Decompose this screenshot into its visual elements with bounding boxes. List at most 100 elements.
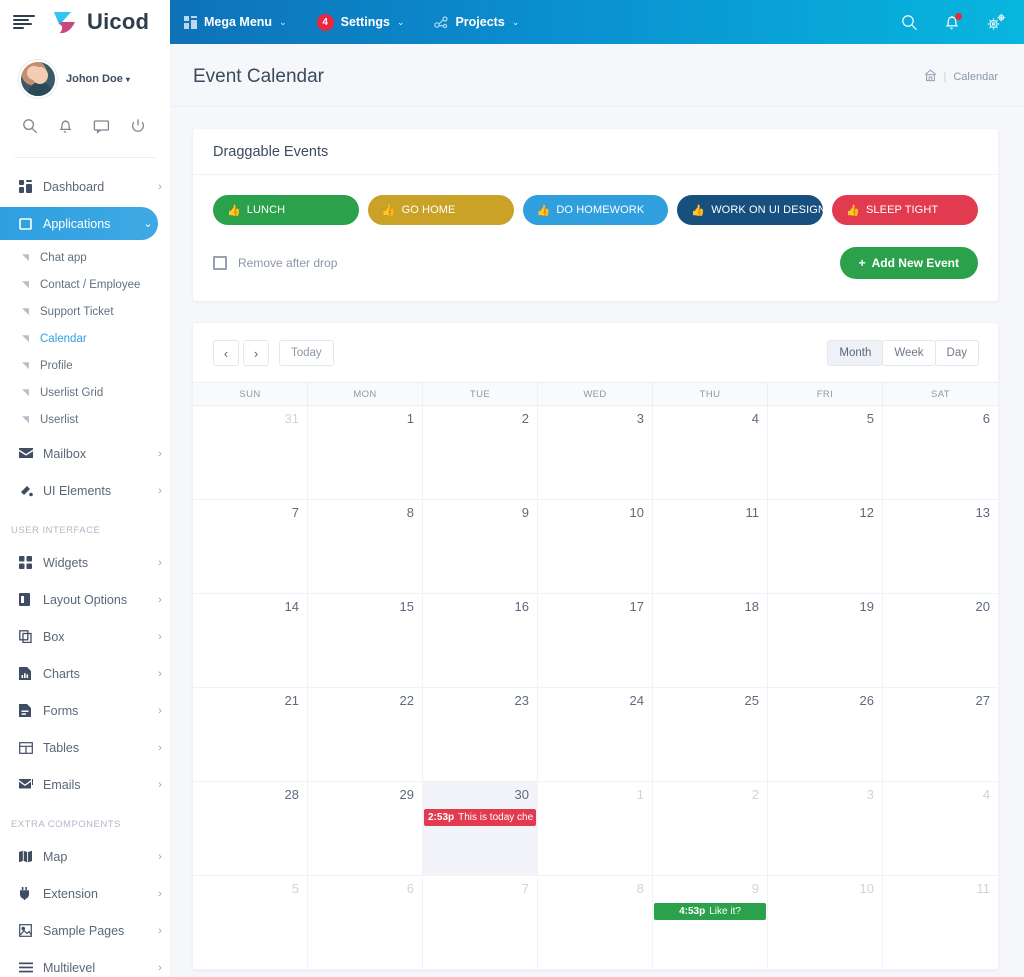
- calendar-day-cell[interactable]: 18: [653, 594, 768, 688]
- view-day-button[interactable]: Day: [934, 340, 979, 366]
- calendar-day-cell[interactable]: 23: [423, 688, 538, 782]
- brand-logo-link[interactable]: Uicod: [49, 8, 149, 36]
- calendar-day-cell[interactable]: 24: [538, 688, 653, 782]
- nav-mega-menu[interactable]: Mega Menu ⌄: [184, 15, 287, 29]
- calendar-day-cell[interactable]: 21: [193, 688, 308, 782]
- calendar-day-cell[interactable]: 19: [768, 594, 883, 688]
- hamburger-icon[interactable]: [13, 15, 35, 29]
- sidebar-item-chat-app[interactable]: ◥ Chat app: [0, 244, 170, 271]
- calendar-day-cell[interactable]: 16: [423, 594, 538, 688]
- view-week-button[interactable]: Week: [882, 340, 936, 366]
- calendar-day-cell[interactable]: 20: [883, 594, 998, 688]
- next-month-button[interactable]: ›: [243, 340, 269, 366]
- sidebar-item-userlist[interactable]: ◥ Userlist: [0, 406, 170, 433]
- calendar-day-cell[interactable]: 9 4:53p Like it?: [653, 876, 768, 970]
- calendar-event[interactable]: 4:53p Like it?: [654, 903, 766, 920]
- sidebar-item-multilevel[interactable]: Multilevel ›: [0, 951, 170, 977]
- calendar-day-cell[interactable]: 1: [308, 406, 423, 500]
- calendar-day-cell[interactable]: 28: [193, 782, 308, 876]
- calendar-day-cell[interactable]: 31: [193, 406, 308, 500]
- calendar-day-cell[interactable]: 25: [653, 688, 768, 782]
- calendar-day-cell[interactable]: 5: [193, 876, 308, 970]
- chat-icon[interactable]: [93, 118, 110, 139]
- breadcrumb: | Calendar: [924, 69, 998, 85]
- view-month-button[interactable]: Month: [827, 340, 884, 366]
- sidebar-item-userlist-grid[interactable]: ◥ Userlist Grid: [0, 379, 170, 406]
- calendar-day-cell[interactable]: 13: [883, 500, 998, 594]
- calendar-day-cell[interactable]: 2: [423, 406, 538, 500]
- sidebar-item-applications[interactable]: Applications ⌄: [0, 207, 158, 240]
- sidebar-item-box[interactable]: Box ›: [0, 620, 170, 653]
- calendar-day-cell[interactable]: 6: [883, 406, 998, 500]
- calendar-day-cell[interactable]: 15: [308, 594, 423, 688]
- profile-block[interactable]: Johon Doe ▾: [0, 44, 170, 98]
- sidebar-item-charts[interactable]: Charts ›: [0, 657, 170, 690]
- gears-icon[interactable]: [986, 13, 1006, 31]
- sidebar-item-map[interactable]: Map ›: [0, 840, 170, 873]
- calendar-day-cell[interactable]: 22: [308, 688, 423, 782]
- power-icon[interactable]: [130, 118, 146, 139]
- draggable-event-work-on-ui-design[interactable]: 👍 WORK ON UI DESIGN: [677, 195, 824, 225]
- calendar-day-cell[interactable]: 3: [538, 406, 653, 500]
- draggable-event-do-homework[interactable]: 👍 DO HOMEWORK: [522, 195, 669, 225]
- profile-name-text: Johon Doe: [66, 73, 123, 85]
- calendar-day-cell[interactable]: 17: [538, 594, 653, 688]
- sidebar-item-sample-pages[interactable]: Sample Pages ›: [0, 914, 170, 947]
- sidebar-item-label: Calendar: [40, 332, 87, 345]
- calendar-day-cell[interactable]: 3: [768, 782, 883, 876]
- sidebar-item-forms[interactable]: Forms ›: [0, 694, 170, 727]
- calendar-day-cell[interactable]: 12: [768, 500, 883, 594]
- bell-icon[interactable]: [58, 118, 73, 139]
- home-icon[interactable]: [924, 69, 937, 85]
- calendar-day-cell[interactable]: 7: [193, 500, 308, 594]
- sidebar-item-mailbox[interactable]: Mailbox ›: [0, 437, 170, 470]
- checkbox-box[interactable]: [213, 256, 227, 270]
- calendar-day-cell[interactable]: 4: [883, 782, 998, 876]
- search-icon[interactable]: [901, 14, 918, 31]
- calendar-day-cell[interactable]: 1: [538, 782, 653, 876]
- calendar-day-cell[interactable]: 27: [883, 688, 998, 782]
- bell-icon[interactable]: [944, 12, 962, 31]
- calendar-day-cell[interactable]: 26: [768, 688, 883, 782]
- calendar-day-cell[interactable]: 11: [883, 876, 998, 970]
- sidebar-item-profile[interactable]: ◥ Profile: [0, 352, 170, 379]
- today-button[interactable]: Today: [279, 340, 334, 366]
- chevron-down-icon: ▾: [125, 75, 130, 84]
- prev-month-button[interactable]: ‹: [213, 340, 239, 366]
- calendar-day-cell[interactable]: 10: [768, 876, 883, 970]
- remove-after-drop-checkbox[interactable]: Remove after drop: [213, 256, 337, 270]
- sidebar-item-extension[interactable]: Extension ›: [0, 877, 170, 910]
- draggable-events-body: 👍 LUNCH 👍 GO HOME 👍 DO HOMEWORK 👍 WORK O…: [193, 175, 998, 301]
- calendar-day-cell[interactable]: 5: [768, 406, 883, 500]
- calendar-day-cell[interactable]: 7: [423, 876, 538, 970]
- calendar-day-cell[interactable]: 14: [193, 594, 308, 688]
- draggable-event-sleep-tight[interactable]: 👍 SLEEP TIGHT: [832, 195, 978, 225]
- sidebar-item-layout-options[interactable]: Layout Options ›: [0, 583, 170, 616]
- sidebar-item-widgets[interactable]: Widgets ›: [0, 546, 170, 579]
- add-new-event-button[interactable]: + Add New Event: [839, 247, 978, 279]
- draggable-event-go-home[interactable]: 👍 GO HOME: [367, 195, 514, 225]
- calendar-day-cell[interactable]: 30 2:53p This is today che: [423, 782, 538, 876]
- draggable-event-lunch[interactable]: 👍 LUNCH: [213, 195, 359, 225]
- search-icon[interactable]: [22, 118, 38, 139]
- sidebar-item-contact-employee[interactable]: ◥ Contact / Employee: [0, 271, 170, 298]
- calendar-day-cell[interactable]: 8: [308, 500, 423, 594]
- calendar-event[interactable]: 2:53p This is today che: [424, 809, 536, 826]
- calendar-day-cell[interactable]: 8: [538, 876, 653, 970]
- nav-settings[interactable]: 4 Settings ⌄: [316, 13, 404, 31]
- sidebar-item-support-ticket[interactable]: ◥ Support Ticket: [0, 298, 170, 325]
- calendar-day-cell[interactable]: 9: [423, 500, 538, 594]
- sidebar-item-calendar[interactable]: ◥ Calendar: [0, 325, 170, 352]
- sidebar-item-dashboard[interactable]: Dashboard ›: [0, 170, 170, 203]
- calendar-day-cell[interactable]: 4: [653, 406, 768, 500]
- sidebar-item-tables[interactable]: Tables ›: [0, 731, 170, 764]
- widgets-icon: [19, 556, 43, 569]
- calendar-day-cell[interactable]: 10: [538, 500, 653, 594]
- calendar-day-cell[interactable]: 6: [308, 876, 423, 970]
- calendar-day-cell[interactable]: 29: [308, 782, 423, 876]
- nav-projects[interactable]: Projects ⌄: [434, 15, 519, 29]
- calendar-day-cell[interactable]: 2: [653, 782, 768, 876]
- sidebar-item-emails[interactable]: Emails ›: [0, 768, 170, 801]
- calendar-day-cell[interactable]: 11: [653, 500, 768, 594]
- sidebar-item-ui-elements[interactable]: UI Elements ›: [0, 474, 170, 507]
